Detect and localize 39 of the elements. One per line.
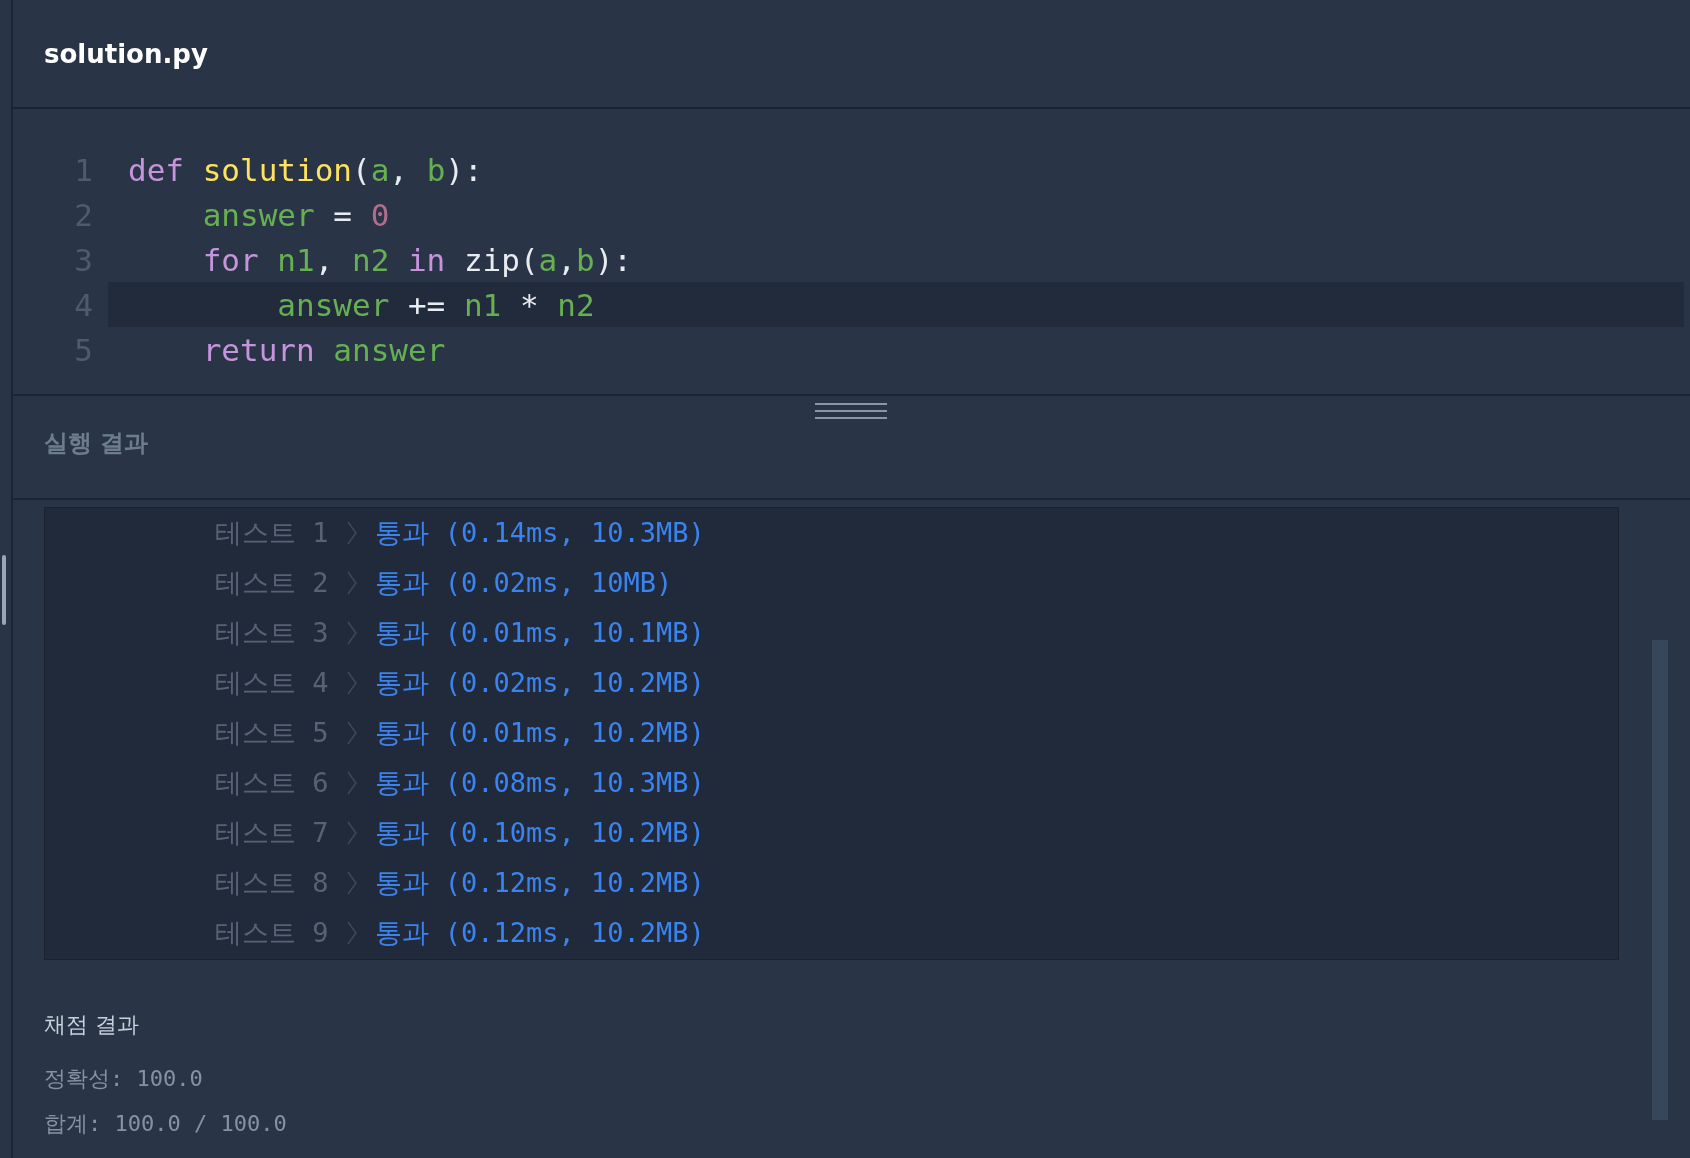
code-line: for n1, n2 in zip(a,b): xyxy=(201,241,632,278)
grading-title: 채점 결과 xyxy=(44,1011,140,1039)
score-text: 정확성: 100.0 xyxy=(44,1065,204,1093)
test-label: 테스트 6 xyxy=(215,766,329,800)
chevron-right-icon xyxy=(346,571,357,595)
test-result: 통과 (0.01ms, 10.2MB) xyxy=(374,716,705,750)
chevron-right-icon xyxy=(346,621,357,645)
test-result: 통과 (0.14ms, 10.3MB) xyxy=(374,516,705,550)
code-line: answer += n1 * n2 xyxy=(276,286,595,323)
test-result: 통과 (0.01ms, 10.1MB) xyxy=(374,616,705,650)
chevron-right-icon xyxy=(346,671,357,695)
test-result: 통과 (0.10ms, 10.2MB) xyxy=(374,816,705,850)
code-line: def solution(a, b): xyxy=(128,151,483,188)
chevron-right-icon xyxy=(346,821,357,845)
results-title: 실행 결과 xyxy=(44,429,149,457)
test-label: 테스트 5 xyxy=(215,716,329,750)
file-name: solution.py xyxy=(44,38,208,69)
chevron-right-icon xyxy=(346,871,357,895)
test-label: 테스트 1 xyxy=(215,516,329,550)
test-result: 통과 (0.12ms, 10.2MB) xyxy=(374,866,705,900)
test-label: 테스트 4 xyxy=(215,666,329,700)
test-result: 통과 (0.02ms, 10MB) xyxy=(374,566,673,600)
test-result: 통과 (0.12ms, 10.2MB) xyxy=(374,916,705,950)
test-label: 테스트 7 xyxy=(215,816,329,850)
chevron-right-icon xyxy=(346,721,357,745)
test-label: 테스트 3 xyxy=(215,616,329,650)
chevron-right-icon xyxy=(346,521,357,545)
test-label: 테스트 9 xyxy=(215,916,329,950)
code-line: return answer xyxy=(201,331,446,368)
code-line: answer = 0 xyxy=(201,196,390,233)
test-result: 통과 (0.08ms, 10.3MB) xyxy=(374,766,705,800)
test-label: 테스트 8 xyxy=(215,866,329,900)
resize-handle-icon[interactable] xyxy=(814,401,887,421)
test-label: 테스트 2 xyxy=(215,566,329,600)
test-result: 통과 (0.02ms, 10.2MB) xyxy=(374,666,705,700)
chevron-right-icon xyxy=(346,921,357,945)
scrollbar-thumb[interactable] xyxy=(2,555,6,625)
chevron-right-icon xyxy=(346,771,357,795)
score-text: 합계: 100.0 / 100.0 xyxy=(44,1110,288,1138)
